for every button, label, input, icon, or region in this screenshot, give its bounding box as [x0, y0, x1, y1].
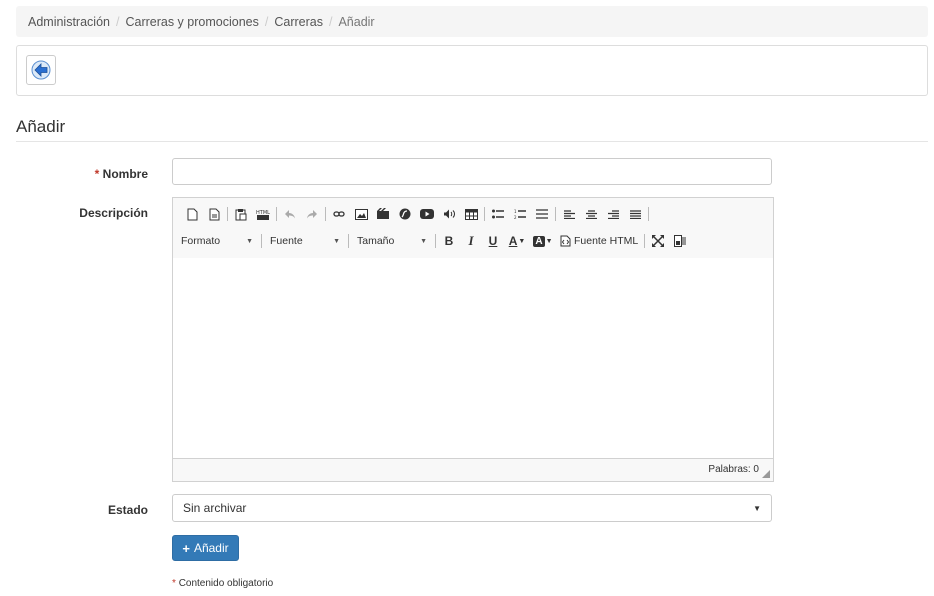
source-icon	[560, 235, 571, 247]
text-color-icon: A	[508, 234, 518, 248]
toolbar-separator	[644, 234, 646, 248]
actions-panel	[16, 45, 928, 96]
add-button[interactable]: + Añadir	[172, 535, 239, 561]
breadcrumb-separator: /	[264, 14, 269, 29]
audio-icon[interactable]	[438, 205, 460, 223]
source-button-label: Fuente HTML	[574, 235, 639, 247]
preview-icon[interactable]	[203, 205, 225, 223]
title-divider	[16, 141, 928, 142]
required-mark: *	[94, 167, 100, 181]
toolbar-separator	[484, 207, 485, 221]
youtube-icon[interactable]	[416, 205, 438, 223]
breadcrumb-separator: /	[328, 14, 333, 29]
chevron-down-icon: ▼	[518, 237, 526, 245]
svg-text:2: 2	[514, 215, 517, 219]
rich-text-editor: HTML 1 2 Formato ▼ Fuente ▼ Tamaño ▼ B I…	[172, 197, 774, 482]
align-right-icon[interactable]	[602, 205, 624, 223]
estado-select-value: Sin archivar	[183, 501, 247, 515]
chevron-down-icon: ▼	[420, 237, 427, 245]
toolbar-separator	[648, 207, 649, 221]
numbered-list-icon[interactable]: 12	[509, 205, 531, 223]
editor-content-area[interactable]	[173, 258, 773, 459]
size-combo-label: Tamaño	[357, 235, 395, 247]
nombre-input[interactable]	[172, 158, 772, 185]
breadcrumb-separator: /	[115, 14, 120, 29]
toolbar-separator	[276, 207, 277, 221]
editor-status-bar: Palabras: 0	[173, 458, 773, 481]
nombre-label: * Nombre	[95, 167, 148, 181]
breadcrumb-item-carreras-promociones[interactable]: Carreras y promociones	[125, 15, 258, 29]
source-button[interactable]: Fuente HTML	[556, 232, 642, 250]
paste-text-icon[interactable]	[230, 205, 252, 223]
editor-toolbar: HTML 1 2 Formato ▼ Fuente ▼ Tamaño ▼ B I…	[173, 198, 773, 259]
editor-toolbar-row-1: HTML 1 2	[181, 205, 651, 223]
estado-select[interactable]: Sin archivar ▼	[172, 494, 772, 522]
bold-button[interactable]: B	[438, 232, 460, 250]
chevron-down-icon: ▼	[753, 503, 761, 513]
plus-icon: +	[182, 540, 190, 556]
align-left-icon[interactable]	[558, 205, 580, 223]
required-note: * Contenido obligatorio	[172, 578, 273, 589]
align-center-icon[interactable]	[580, 205, 602, 223]
link-icon[interactable]	[328, 205, 350, 223]
redo-icon[interactable]	[301, 205, 323, 223]
text-color-button[interactable]: A ▼	[504, 232, 530, 250]
paste-from-word-icon[interactable]: HTML	[252, 205, 274, 223]
editor-toolbar-row-2: Formato ▼ Fuente ▼ Tamaño ▼ B I U A ▼ A	[181, 232, 691, 250]
breadcrumb-item-administracion[interactable]: Administración	[28, 15, 110, 29]
bulleted-list-icon[interactable]	[487, 205, 509, 223]
font-combo[interactable]: Fuente ▼	[264, 232, 346, 250]
descripcion-label: Descripción	[79, 206, 148, 220]
toolbar-separator	[325, 207, 326, 221]
chevron-down-icon: ▼	[545, 237, 553, 245]
back-button[interactable]	[26, 55, 56, 85]
bg-color-icon: A	[533, 235, 545, 247]
italic-button[interactable]: I	[460, 232, 482, 250]
format-combo[interactable]: Formato ▼	[181, 232, 259, 250]
undo-icon[interactable]	[279, 205, 301, 223]
nombre-label-text: Nombre	[102, 167, 148, 181]
toolbar-separator	[348, 234, 349, 248]
page-title: Añadir	[16, 117, 66, 136]
word-count: Palabras: 0	[708, 464, 759, 475]
justify-icon[interactable]	[624, 205, 646, 223]
table-icon[interactable]	[460, 205, 482, 223]
image-icon[interactable]	[350, 205, 372, 223]
show-blocks-icon[interactable]	[669, 232, 691, 250]
breadcrumb: Administración / Carreras y promociones …	[16, 6, 928, 37]
svg-text:1: 1	[514, 209, 517, 214]
horizontal-rule-icon[interactable]	[531, 205, 553, 223]
toolbar-separator	[261, 234, 262, 248]
add-button-label: Añadir	[193, 541, 229, 555]
new-page-icon[interactable]	[181, 205, 203, 223]
underline-button[interactable]: U	[482, 232, 504, 250]
toolbar-separator	[227, 207, 228, 221]
required-note-text: Contenido obligatorio	[178, 578, 274, 589]
video-icon[interactable]	[372, 205, 394, 223]
toolbar-separator	[435, 234, 436, 248]
chevron-down-icon: ▼	[333, 237, 340, 245]
back-arrow-icon	[31, 60, 51, 80]
maximize-icon[interactable]	[647, 232, 669, 250]
flash-icon[interactable]	[394, 205, 416, 223]
chevron-down-icon: ▼	[246, 237, 253, 245]
required-mark: *	[172, 578, 176, 589]
breadcrumb-item-carreras[interactable]: Carreras	[274, 15, 323, 29]
font-combo-label: Fuente	[270, 235, 303, 247]
bg-color-button[interactable]: A ▼	[530, 232, 556, 250]
size-combo[interactable]: Tamaño ▼	[351, 232, 433, 250]
resize-handle-icon[interactable]	[762, 470, 770, 478]
estado-label: Estado	[107, 503, 148, 517]
format-combo-label: Formato	[181, 235, 221, 247]
toolbar-separator	[555, 207, 556, 221]
breadcrumb-item-current: Añadir	[338, 14, 375, 29]
